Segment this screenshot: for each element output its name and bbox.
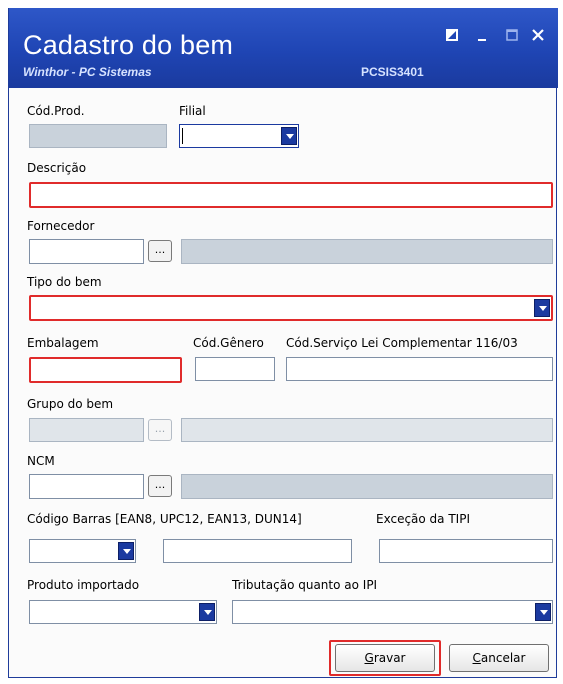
cod-servico-input[interactable] bbox=[286, 357, 553, 381]
codigo-barras-type-select[interactable] bbox=[29, 539, 136, 563]
maximize-window-icon[interactable] bbox=[501, 28, 523, 46]
chevron-down-icon[interactable] bbox=[534, 299, 550, 317]
tipo-bem-select[interactable] bbox=[29, 295, 553, 321]
ncm-description-field bbox=[181, 474, 553, 499]
fornecedor-label: Fornecedor bbox=[27, 219, 95, 233]
cancelar-button[interactable]: Cancelar bbox=[449, 644, 549, 672]
chevron-down-icon[interactable] bbox=[281, 127, 297, 145]
text-cursor bbox=[182, 128, 183, 144]
ncm-search-button[interactable]: ... bbox=[148, 475, 172, 497]
close-window-icon[interactable] bbox=[527, 28, 549, 46]
filial-select[interactable] bbox=[179, 124, 299, 148]
gravar-button[interactable]: Gravar bbox=[335, 644, 435, 672]
gravar-mnemonic: G bbox=[364, 651, 374, 665]
ncm-code-input[interactable] bbox=[29, 474, 144, 499]
produto-importado-label: Produto importado bbox=[27, 578, 140, 592]
ncm-label: NCM bbox=[27, 454, 55, 468]
tributacao-ipi-select[interactable] bbox=[232, 600, 553, 624]
restore-window-icon[interactable] bbox=[441, 28, 463, 46]
cod-genero-label: Cód.Gênero bbox=[193, 336, 264, 350]
chevron-down-icon[interactable] bbox=[535, 603, 551, 621]
tipo-bem-label: Tipo do bem bbox=[27, 275, 102, 289]
tributacao-ipi-label: Tributação quanto ao IPI bbox=[232, 578, 378, 592]
grupo-bem-search-button: ... bbox=[148, 419, 172, 441]
filial-label: Filial bbox=[179, 104, 206, 118]
window-subtitle: Winthor - PC Sistemas bbox=[23, 65, 152, 79]
cod-prod-field bbox=[29, 124, 167, 148]
excecao-tipi-input[interactable] bbox=[379, 539, 553, 563]
descricao-label: Descrição bbox=[27, 161, 87, 175]
chevron-down-icon[interactable] bbox=[118, 542, 134, 560]
cancelar-label: ancelar bbox=[480, 651, 526, 665]
minimize-window-icon[interactable] bbox=[471, 28, 493, 46]
gravar-label: ravar bbox=[373, 651, 406, 665]
fornecedor-search-button[interactable]: ... bbox=[148, 240, 172, 262]
grupo-bem-label: Grupo do bem bbox=[27, 397, 114, 411]
excecao-tipi-label: Exceção da TIPI bbox=[376, 512, 470, 526]
fornecedor-name-field bbox=[181, 239, 553, 264]
window-title: Cadastro do bem bbox=[23, 30, 234, 60]
cod-genero-input[interactable] bbox=[195, 357, 275, 381]
embalagem-input[interactable] bbox=[29, 357, 182, 383]
cadastro-do-bem-window: Cadastro do bem Winthor - PC Sistemas PC… bbox=[8, 8, 558, 678]
grupo-bem-name-field bbox=[181, 418, 553, 442]
cancelar-mnemonic: C bbox=[472, 651, 481, 665]
codigo-barras-input[interactable] bbox=[163, 539, 352, 563]
fornecedor-code-input[interactable] bbox=[29, 239, 144, 264]
chevron-down-icon[interactable] bbox=[199, 603, 215, 621]
descricao-input[interactable] bbox=[29, 182, 553, 208]
title-bar: Cadastro do bem Winthor - PC Sistemas PC… bbox=[9, 8, 558, 88]
program-code: PCSIS3401 bbox=[361, 65, 424, 79]
codigo-barras-label: Código Barras [EAN8, UPC12, EAN13, DUN14… bbox=[27, 512, 302, 526]
cod-prod-label: Cód.Prod. bbox=[27, 104, 85, 118]
cod-servico-label: Cód.Serviço Lei Complementar 116/03 bbox=[286, 336, 518, 350]
grupo-bem-code-field bbox=[29, 418, 144, 442]
embalagem-label: Embalagem bbox=[27, 336, 99, 350]
produto-importado-select[interactable] bbox=[29, 600, 217, 624]
